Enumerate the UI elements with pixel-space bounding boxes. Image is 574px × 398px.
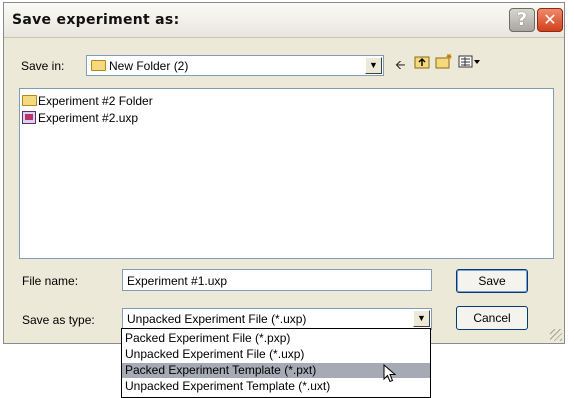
save-in-value: New Folder (2) bbox=[109, 59, 189, 73]
save-as-type-options: Packed Experiment File (*.pxp) Unpacked … bbox=[121, 328, 431, 398]
mouse-cursor-icon bbox=[383, 364, 397, 383]
save-button[interactable]: Save bbox=[456, 269, 528, 293]
save-in-label: Save in: bbox=[21, 59, 65, 73]
save-as-type-dropdown[interactable]: Unpacked Experiment File (*.uxp) ▼ bbox=[122, 308, 432, 330]
file-name-label: File name: bbox=[22, 274, 79, 288]
save-in-dropdown[interactable]: New Folder (2) ▼ bbox=[86, 55, 384, 76]
file-name-value: Experiment #1.uxp bbox=[127, 274, 228, 288]
chevron-down-icon[interactable]: ▼ bbox=[365, 57, 382, 74]
help-button[interactable]: ? bbox=[509, 8, 535, 32]
dropdown-option[interactable]: Packed Experiment File (*.pxp) bbox=[122, 331, 430, 346]
list-item[interactable]: Experiment #2.uxp bbox=[22, 111, 138, 125]
chevron-down-icon[interactable]: ▼ bbox=[413, 310, 430, 327]
save-as-type-value: Unpacked Experiment File (*.uxp) bbox=[127, 312, 307, 326]
question-mark-icon: ? bbox=[516, 9, 528, 30]
close-button[interactable]: ✕ bbox=[537, 8, 563, 32]
back-arrow-icon[interactable]: 🡨 bbox=[395, 56, 406, 78]
file-name-input[interactable]: Experiment #1.uxp bbox=[122, 269, 432, 291]
resize-grip[interactable] bbox=[550, 329, 562, 341]
save-as-type-label: Save as type: bbox=[22, 313, 95, 327]
file-list[interactable]: Experiment #2 Folder Experiment #2.uxp bbox=[19, 88, 554, 259]
folder-icon bbox=[91, 60, 106, 71]
dialog-title: Save experiment as: bbox=[12, 12, 180, 28]
up-folder-icon[interactable] bbox=[414, 54, 430, 72]
folder-icon bbox=[22, 95, 37, 106]
save-dialog: Save experiment as: ? ✕ Save in: New Fol… bbox=[3, 2, 565, 344]
close-icon: ✕ bbox=[543, 10, 557, 29]
title-bar[interactable]: Save experiment as: ? ✕ bbox=[4, 3, 564, 38]
view-menu-icon[interactable] bbox=[458, 54, 482, 72]
new-folder-icon[interactable] bbox=[435, 53, 453, 72]
experiment-file-icon bbox=[22, 111, 36, 124]
cancel-button[interactable]: Cancel bbox=[456, 306, 528, 330]
list-item[interactable]: Experiment #2 Folder bbox=[22, 94, 153, 108]
dropdown-option[interactable]: Unpacked Experiment File (*.uxp) bbox=[122, 347, 430, 362]
